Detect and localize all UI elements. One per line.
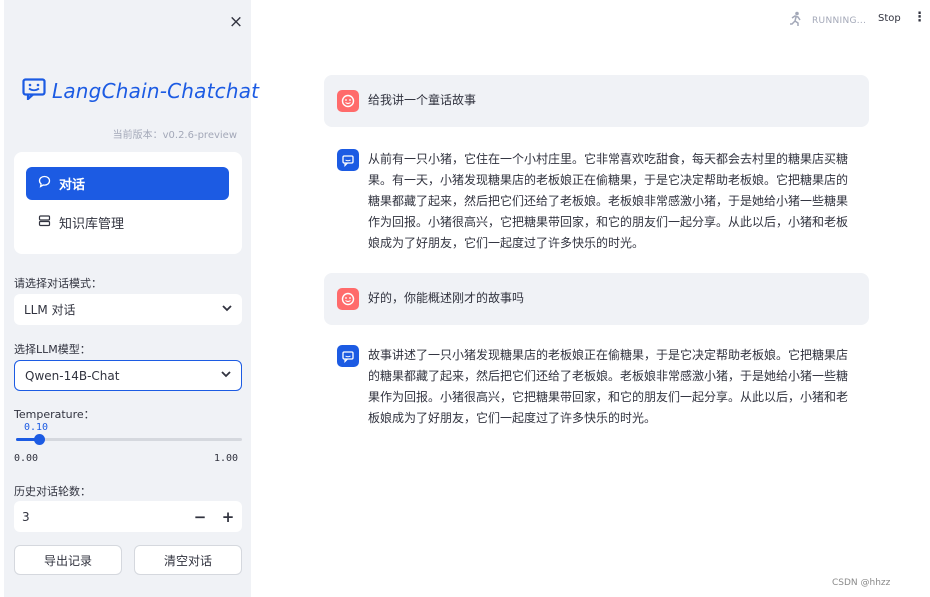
temperature-label: Temperature： xyxy=(14,408,95,421)
chat-bubble-icon xyxy=(38,175,51,192)
app-logo-text: LangChain-Chatchat xyxy=(52,79,260,103)
stop-button[interactable]: Stop xyxy=(878,13,901,24)
chat-logo-icon xyxy=(22,78,46,104)
increment-button[interactable]: + xyxy=(214,508,242,526)
clear-chat-button[interactable]: 清空对话 xyxy=(134,545,242,575)
temperature-min: 0.00 xyxy=(14,453,39,464)
decrement-button[interactable]: − xyxy=(186,508,214,526)
assistant-avatar-icon xyxy=(337,345,359,367)
temperature-slider[interactable] xyxy=(16,434,242,445)
history-rounds-value[interactable]: 3 xyxy=(22,510,186,524)
chat-message-text: 从前有一只小猪，它住在一个小村庄里。它非常喜欢吃甜食，每天都会去村里的糖果店买糖… xyxy=(368,152,849,250)
close-sidebar-button[interactable]: × xyxy=(226,12,246,32)
assistant-avatar-icon xyxy=(337,149,359,171)
user-avatar-icon xyxy=(337,90,359,112)
chat-message-text: 给我讲一个童话故事 xyxy=(368,93,477,107)
chat-mode-value: LLM 对话 xyxy=(24,303,76,317)
chat-message-user: 给我讲一个童话故事 xyxy=(324,75,869,127)
chat-mode-select[interactable]: LLM 对话 xyxy=(14,294,242,325)
chat-message-text: 故事讲述了一只小猪发现糖果店的老板娘正在偷糖果，于是它决定帮助老板娘。它把糖果店… xyxy=(368,348,849,425)
watermark: CSDN @hhzz xyxy=(832,578,891,588)
database-icon xyxy=(38,214,51,231)
llm-model-select[interactable]: Qwen-14B-Chat xyxy=(14,360,242,391)
llm-model-label: 选择LLM模型： xyxy=(14,343,91,356)
nav-item-knowledge-base-label: 知识库管理 xyxy=(59,217,125,232)
running-person-icon xyxy=(788,11,804,30)
chat-message-user: 好的，你能概述刚才的故事吗 xyxy=(324,273,869,325)
temperature-max: 1.00 xyxy=(214,453,239,464)
version-text: 当前版本：v0.2.6-preview xyxy=(112,130,237,141)
history-rounds-input[interactable]: 3 − + xyxy=(14,501,242,532)
chevron-down-icon xyxy=(221,370,231,381)
nav-item-chat-label: 对话 xyxy=(59,178,86,193)
temperature-value: 0.10 xyxy=(24,422,49,433)
chat-mode-label: 请选择对话模式： xyxy=(14,277,102,290)
llm-model-value: Qwen-14B-Chat xyxy=(25,368,120,383)
chevron-down-icon xyxy=(222,304,232,315)
running-status-text: RUNNING... xyxy=(812,15,867,26)
history-rounds-label: 历史对话轮数： xyxy=(14,485,91,498)
chat-message-assistant: 故事讲述了一只小猪发现糖果店的老板娘正在偷糖果，于是它决定帮助老板娘。它把糖果店… xyxy=(324,330,869,444)
app-logo: LangChain-Chatchat xyxy=(22,78,259,104)
export-history-button[interactable]: 导出记录 xyxy=(14,545,122,575)
user-avatar-icon xyxy=(337,288,359,310)
chat-message-assistant: 从前有一只小猪，它住在一个小村庄里。它非常喜欢吃甜食，每天都会去村里的糖果店买糖… xyxy=(324,134,869,269)
main-menu-icon[interactable]: ⋮ xyxy=(913,10,926,25)
sidebar: × LangChain-Chatchat 当前版本：v0.2.6-preview… xyxy=(4,0,259,597)
chat-message-text: 好的，你能概述刚才的故事吗 xyxy=(368,291,525,305)
running-status: RUNNING... xyxy=(788,11,866,30)
nav-item-chat[interactable]: 对话 xyxy=(26,167,229,200)
nav-item-knowledge-base[interactable]: 知识库管理 xyxy=(26,206,229,239)
temperature-slider-handle[interactable] xyxy=(33,434,45,445)
nav-menu: 对话 知识库管理 xyxy=(14,152,242,254)
